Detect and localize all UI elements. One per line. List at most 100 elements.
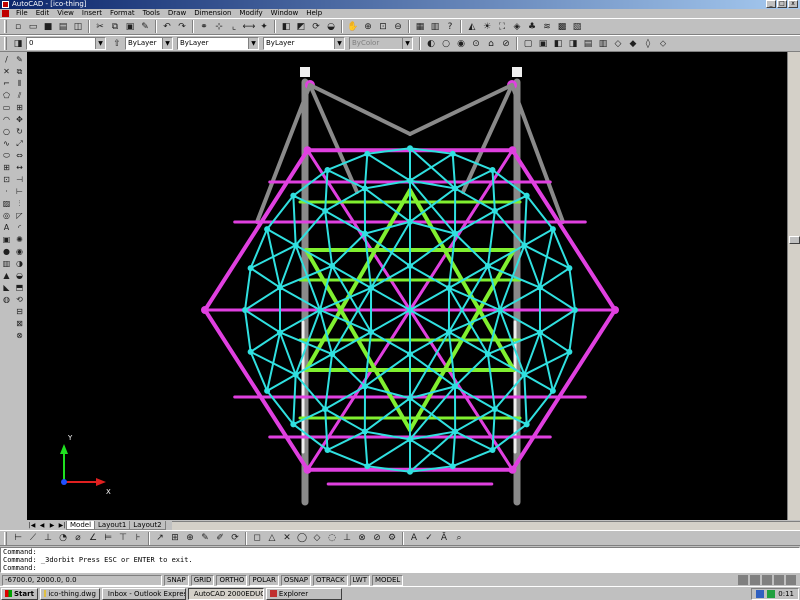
- hatch-icon[interactable]: ▨: [1, 198, 12, 209]
- tab-layout1[interactable]: Layout1: [94, 520, 131, 530]
- snap-settings-icon[interactable]: ⚙: [385, 531, 399, 545]
- close-button[interactable]: x: [788, 0, 798, 8]
- zoom-window-icon[interactable]: ⊡: [376, 20, 390, 34]
- dim-text-edit-icon[interactable]: ✐: [213, 531, 227, 545]
- dim-radius-icon[interactable]: ◔: [56, 531, 70, 545]
- 3d-views-icon[interactable]: ◩: [294, 20, 308, 34]
- revolve-icon[interactable]: ⟲: [14, 294, 25, 305]
- torus-icon[interactable]: ◍: [1, 294, 12, 305]
- design-center-icon[interactable]: ▥: [428, 20, 442, 34]
- snap-quadrant-icon[interactable]: ◇: [310, 531, 324, 545]
- intersect-icon[interactable]: ◒: [14, 270, 25, 281]
- subtract-icon[interactable]: ◑: [14, 258, 25, 269]
- snap-midpoint-icon[interactable]: △: [265, 531, 279, 545]
- orbit-continuous-icon[interactable]: ⊙: [469, 37, 483, 51]
- region-icon[interactable]: ◎: [1, 210, 12, 221]
- tolerance-icon[interactable]: ⊞: [168, 531, 182, 545]
- command-window[interactable]: Command: Command: _3dorbit Press ESC or …: [0, 547, 800, 573]
- view-right-icon[interactable]: ◨: [566, 37, 580, 51]
- taskbar-item-4[interactable]: Explorer: [265, 587, 342, 600]
- center-mark-icon[interactable]: ⊕: [183, 531, 197, 545]
- box-icon[interactable]: ▣: [1, 234, 12, 245]
- light-icon[interactable]: ☀: [480, 20, 494, 34]
- find-icon[interactable]: ⌕: [452, 531, 466, 545]
- cone-icon[interactable]: ▲: [1, 270, 12, 281]
- 3d-orbit-icon[interactable]: ⟳: [309, 20, 323, 34]
- sphere-icon[interactable]: ●: [1, 246, 12, 257]
- start-button[interactable]: Start: [1, 587, 38, 600]
- line-icon[interactable]: /: [1, 54, 12, 65]
- vertical-scrollbar[interactable]: [787, 52, 800, 520]
- undo-icon[interactable]: ↶: [160, 20, 174, 34]
- properties-icon[interactable]: ▦: [413, 20, 427, 34]
- section-icon[interactable]: ⊠: [14, 318, 25, 329]
- view-back-icon[interactable]: ▥: [596, 37, 610, 51]
- scrollbar-thumb[interactable]: [789, 236, 800, 244]
- menu-draw[interactable]: Draw: [164, 9, 190, 18]
- array-icon[interactable]: ⊞: [14, 102, 25, 113]
- circle-icon[interactable]: ○: [1, 126, 12, 137]
- horizontal-scrollbar[interactable]: [171, 520, 800, 530]
- snap-perpendicular-icon[interactable]: ⊥: [340, 531, 354, 545]
- lwt-toggle[interactable]: LWT: [349, 574, 371, 586]
- slice-icon[interactable]: ⊟: [14, 306, 25, 317]
- mtext-icon[interactable]: A: [1, 222, 12, 233]
- print-icon[interactable]: ▤: [56, 20, 70, 34]
- menu-format[interactable]: Format: [106, 9, 139, 18]
- menu-view[interactable]: View: [53, 9, 78, 18]
- lineweight-combo[interactable]: ByLayer ▼: [263, 37, 345, 50]
- rectangle-icon[interactable]: ▭: [1, 102, 12, 113]
- scene-icon[interactable]: ⛶: [495, 20, 509, 34]
- chamfer-icon[interactable]: ◸: [14, 210, 25, 221]
- insert-block-icon[interactable]: ⊞: [1, 162, 12, 173]
- materials-icon[interactable]: ◈: [510, 20, 524, 34]
- explode-icon[interactable]: ✺: [14, 234, 25, 245]
- rotate-icon[interactable]: ↻: [14, 126, 25, 137]
- background-icon[interactable]: ▩: [555, 20, 569, 34]
- help-icon[interactable]: ?: [443, 20, 457, 34]
- menu-dimension[interactable]: Dimension: [190, 9, 235, 18]
- taskbar-item-autocad[interactable]: AutoCAD 2000EDUC...: [187, 587, 264, 600]
- point-icon[interactable]: ·: [1, 186, 12, 197]
- dim-baseline-icon[interactable]: ⊤: [116, 531, 130, 545]
- make-block-icon[interactable]: ⊡: [1, 174, 12, 185]
- status-icon[interactable]: [786, 575, 796, 585]
- polyline-icon[interactable]: ⌐: [1, 78, 12, 89]
- menu-window[interactable]: Window: [267, 9, 303, 18]
- snap-none-icon[interactable]: ⊘: [370, 531, 384, 545]
- ortho-toggle[interactable]: ORTHO: [216, 574, 248, 586]
- hide-icon[interactable]: ◐: [424, 37, 438, 51]
- copy-object-icon[interactable]: ⧉: [14, 66, 25, 77]
- status-icon[interactable]: [762, 575, 772, 585]
- make-current-icon[interactable]: ⇧: [110, 37, 124, 51]
- clip-icon[interactable]: ⊘: [499, 37, 513, 51]
- ellipse-icon[interactable]: ⬭: [1, 150, 12, 161]
- ucs-icon[interactable]: ⌞: [227, 20, 241, 34]
- menu-tools[interactable]: Tools: [139, 9, 164, 18]
- shade-icon[interactable]: ◒: [324, 20, 338, 34]
- dim-update-icon[interactable]: ⟳: [228, 531, 242, 545]
- view-sw-iso-icon[interactable]: ◇: [611, 37, 625, 51]
- menu-help[interactable]: Help: [302, 9, 326, 18]
- dim-edit-icon[interactable]: ✎: [198, 531, 212, 545]
- model-viewport[interactable]: YX: [27, 52, 787, 520]
- preview-icon[interactable]: ◫: [71, 20, 85, 34]
- tab-model[interactable]: Model: [66, 520, 96, 530]
- text-icon[interactable]: A: [407, 531, 421, 545]
- snap-toggle[interactable]: SNAP: [164, 574, 189, 586]
- spell-icon[interactable]: ✓: [422, 531, 436, 545]
- linetype-combo[interactable]: ByLayer ▼: [177, 37, 259, 50]
- view-ne-iso-icon[interactable]: ◊: [641, 37, 655, 51]
- named-views-icon[interactable]: ◧: [279, 20, 293, 34]
- text-style-icon[interactable]: Ā: [437, 531, 451, 545]
- move-icon[interactable]: ✥: [14, 114, 25, 125]
- mirror-icon[interactable]: ⫴: [14, 78, 25, 89]
- status-icon[interactable]: [750, 575, 760, 585]
- view-front-icon[interactable]: ▤: [581, 37, 595, 51]
- color-combo[interactable]: ByLayer ▼: [125, 37, 173, 50]
- status-icon[interactable]: [774, 575, 784, 585]
- snap-endpoint-icon[interactable]: ◻: [250, 531, 264, 545]
- view-bottom-icon[interactable]: ▣: [536, 37, 550, 51]
- snap-intersection-icon[interactable]: ✕: [280, 531, 294, 545]
- leader-icon[interactable]: ↗: [153, 531, 167, 545]
